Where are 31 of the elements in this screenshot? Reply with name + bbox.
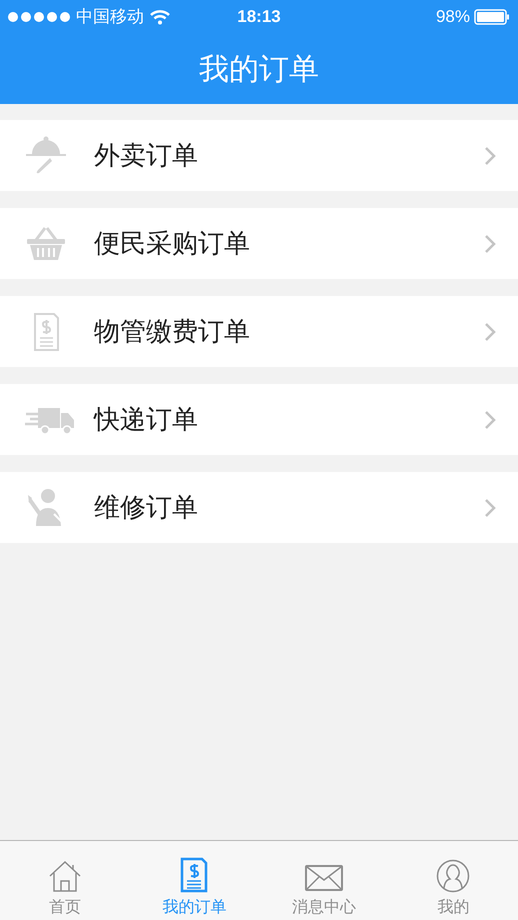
document-icon — [34, 312, 59, 350]
mail-icon — [304, 865, 343, 891]
worker-icon — [28, 488, 63, 526]
wifi-icon — [150, 10, 170, 24]
battery-icon — [474, 9, 510, 25]
document-icon — [181, 858, 208, 892]
order-row[interactable]: 维修订单 — [0, 472, 518, 543]
order-label: 快递订单 — [94, 403, 198, 436]
order-label: 维修订单 — [94, 491, 198, 524]
page-title: 我的订单 — [199, 52, 319, 88]
order-label: 外卖订单 — [94, 139, 198, 172]
order-label: 物管缴费订单 — [94, 315, 250, 348]
battery-percent: 98% — [436, 6, 470, 28]
user-icon — [437, 860, 470, 892]
basket-icon — [27, 226, 65, 260]
chevron-icon — [484, 410, 496, 430]
chevron-icon — [484, 498, 496, 518]
chevron-icon — [484, 234, 496, 254]
chevron-icon — [484, 146, 496, 166]
order-row[interactable]: 物管缴费订单 — [0, 296, 518, 367]
order-label: 便民采购订单 — [94, 227, 250, 260]
order-row[interactable]: 外卖订单 — [0, 120, 518, 191]
order-row[interactable]: 快递订单 — [0, 384, 518, 455]
order-row[interactable]: 便民采购订单 — [0, 208, 518, 279]
home-icon — [49, 860, 80, 892]
cloche-icon — [26, 136, 66, 173]
status-time: 18:13 — [237, 6, 281, 28]
signal-icon — [8, 12, 70, 22]
chevron-icon — [484, 322, 496, 342]
truck-icon — [24, 408, 74, 434]
carrier-name: 中国移动 — [76, 6, 144, 28]
